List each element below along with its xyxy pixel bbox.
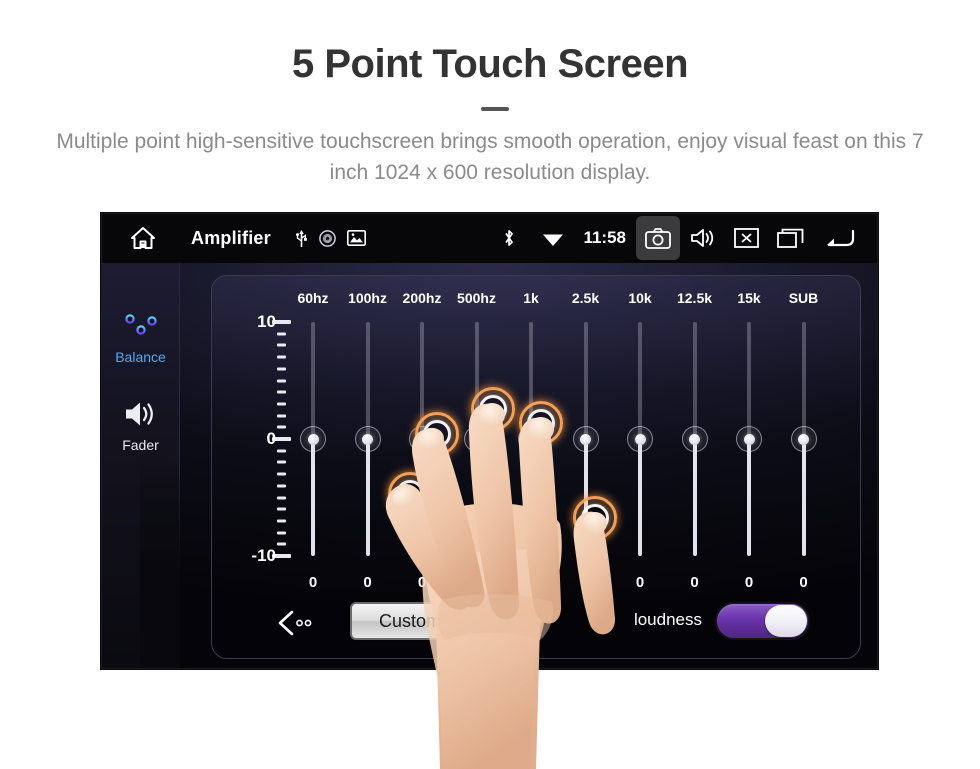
chevron-left-dots-icon[interactable] bbox=[274, 606, 318, 640]
page-subtitle: Multiple point high-sensitive touchscree… bbox=[56, 130, 924, 184]
eq-slider[interactable] bbox=[518, 322, 544, 556]
scale-label: 10 bbox=[257, 312, 276, 331]
loudness-toggle-knob bbox=[765, 605, 807, 637]
scale-tick-minor bbox=[277, 496, 286, 499]
eq-slider[interactable] bbox=[354, 322, 381, 556]
frequency-label: 100hz bbox=[348, 290, 387, 306]
title-divider bbox=[481, 107, 509, 111]
scale-tick-minor bbox=[277, 519, 286, 523]
scale-tick-minor bbox=[277, 379, 286, 382]
frequency-label: 2.5k bbox=[571, 290, 600, 306]
back-arrow-icon[interactable] bbox=[812, 216, 866, 260]
page-root: 5 Point Touch Screen Multiple point high… bbox=[0, 0, 980, 769]
frequency-label: 10k bbox=[628, 290, 652, 306]
scale-tick-minor bbox=[277, 332, 286, 336]
frequency-label: 200hz bbox=[402, 290, 442, 306]
eq-value: 0 bbox=[581, 574, 590, 591]
scale-tick-minor bbox=[277, 390, 286, 394]
frequency-labels: 60hz 100hz 200hz 500hz 1k 2.5k 10k 12.5k 15k SUB bbox=[212, 290, 862, 310]
bluetooth-icon bbox=[487, 216, 531, 260]
car-head-unit-screen: Amplifier 11:58 Balance Fader 60hz 100hz… bbox=[101, 213, 878, 669]
sidebar-item-fader[interactable]: Fader bbox=[101, 395, 180, 453]
eq-value: 0 bbox=[690, 574, 699, 591]
eq-slider-knob[interactable] bbox=[300, 426, 326, 452]
eq-value: 0 bbox=[363, 574, 372, 591]
eq-slider-knob[interactable] bbox=[409, 426, 435, 452]
frequency-label: 500hz bbox=[457, 290, 496, 306]
scale-tick-minor bbox=[277, 402, 286, 406]
recents-icon[interactable] bbox=[768, 216, 812, 260]
status-right-icons: 11:58 bbox=[487, 216, 878, 260]
eq-slider-knob[interactable] bbox=[681, 426, 708, 452]
app-title: Amplifier bbox=[191, 227, 271, 248]
eq-value: 0 bbox=[308, 574, 318, 591]
scale-tick-minor bbox=[277, 460, 286, 464]
sidebar-item-fader-label: Fader bbox=[122, 437, 159, 453]
eq-value: 0 bbox=[417, 574, 427, 591]
eq-slider-knob[interactable] bbox=[627, 426, 653, 452]
equalizer-sliders-icon bbox=[101, 307, 180, 345]
eq-slider-knob[interactable] bbox=[790, 426, 817, 452]
page-title: 5 Point Touch Screen bbox=[292, 42, 689, 86]
frequency-label: 1k bbox=[523, 290, 539, 306]
scale-tick-minor bbox=[277, 542, 286, 546]
home-icon[interactable] bbox=[123, 226, 163, 250]
status-left-icons bbox=[295, 229, 366, 248]
eq-slider-knob[interactable] bbox=[572, 426, 599, 452]
speaker-waves-icon bbox=[101, 395, 180, 433]
scale-label: 0 bbox=[266, 429, 276, 448]
equalizer-bottom-bar: Custom loudness bbox=[212, 596, 862, 650]
frequency-label: SUB bbox=[788, 290, 819, 306]
sidebar-item-balance[interactable]: Balance bbox=[101, 307, 180, 365]
scale-tick-minor bbox=[277, 343, 286, 347]
frequency-label: 15k bbox=[737, 290, 761, 306]
eq-value: 0 bbox=[744, 574, 754, 591]
image-icon bbox=[346, 230, 366, 246]
eq-slider[interactable] bbox=[463, 322, 490, 556]
scale-tick-minor bbox=[277, 531, 286, 535]
preset-custom-button[interactable]: Custom bbox=[350, 602, 470, 640]
loudness-label: loudness bbox=[633, 610, 702, 629]
scale-tick-minor bbox=[277, 414, 286, 418]
sidebar-item-balance-label: Balance bbox=[115, 349, 166, 365]
eq-slider[interactable] bbox=[736, 322, 762, 556]
eq-slider[interactable] bbox=[790, 322, 817, 556]
camera-icon[interactable] bbox=[636, 216, 680, 260]
frequency-label: 60hz bbox=[297, 290, 329, 306]
scale-tick-minor bbox=[277, 472, 286, 476]
eq-slider-knob[interactable] bbox=[354, 426, 381, 452]
eq-slider-knob[interactable] bbox=[736, 426, 762, 452]
eq-slider[interactable] bbox=[681, 322, 708, 556]
usb-icon bbox=[295, 229, 308, 248]
scale-tick-minor bbox=[277, 355, 286, 359]
scale-tick-minor bbox=[277, 449, 286, 453]
scale-tick-minor bbox=[277, 367, 286, 371]
eq-slider-knob[interactable] bbox=[518, 426, 544, 452]
equalizer-panel: 60hz 100hz 200hz 500hz 1k 2.5k 10k 12.5k 15k SUB … bbox=[211, 275, 861, 659]
amplifier-panel: Balance Fader 60hz 100hz 200hz 500hz 1k 2.5k 1 bbox=[101, 263, 878, 669]
eq-value: 0 bbox=[799, 574, 808, 591]
eq-slider[interactable] bbox=[572, 322, 599, 556]
eq-value: 0 bbox=[635, 574, 645, 591]
eq-slider[interactable] bbox=[300, 322, 326, 556]
loudness-toggle[interactable] bbox=[715, 602, 810, 640]
wifi-icon bbox=[531, 216, 575, 260]
close-box-icon[interactable] bbox=[724, 216, 768, 260]
side-rail: Balance Fader bbox=[101, 263, 180, 669]
eq-value: 0 bbox=[472, 574, 481, 591]
scale-tick-minor bbox=[277, 425, 286, 429]
disc-icon bbox=[318, 229, 336, 247]
scale-tick-minor bbox=[277, 507, 286, 511]
eq-slider[interactable] bbox=[409, 322, 435, 556]
eq-slider[interactable] bbox=[627, 322, 653, 556]
db-scale: 10 0 -10 bbox=[250, 312, 298, 572]
frequency-label: 12.5k bbox=[676, 290, 713, 306]
scale-tick-minor bbox=[277, 484, 286, 488]
clock-time: 11:58 bbox=[583, 228, 626, 247]
scale-label: -10 bbox=[251, 546, 276, 565]
status-bar: Amplifier 11:58 bbox=[101, 213, 878, 263]
speaker-icon[interactable] bbox=[680, 216, 724, 260]
eq-slider-knob[interactable] bbox=[463, 426, 490, 452]
eq-value: 0 bbox=[526, 574, 536, 591]
